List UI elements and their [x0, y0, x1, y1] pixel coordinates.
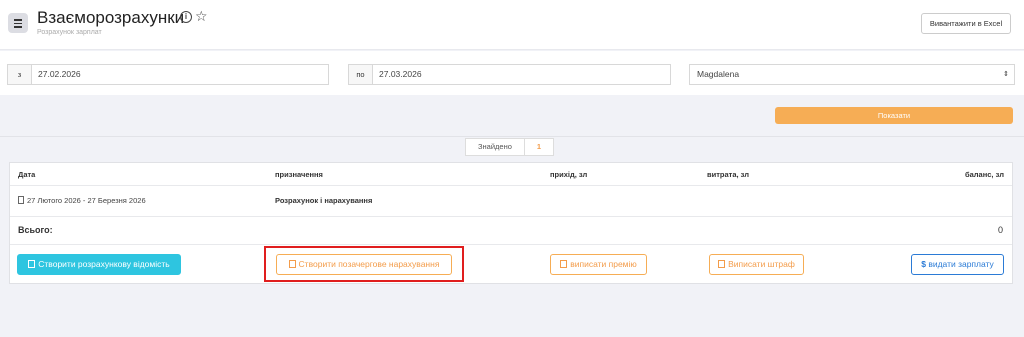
- create-statement-button[interactable]: Створити розрахункову відомість: [17, 254, 181, 275]
- date-to-field[interactable]: по 27.03.2026: [348, 64, 671, 85]
- column-header-income: прихід, зл: [550, 170, 588, 179]
- column-header-date: Дата: [18, 170, 36, 179]
- filters-bar: з 27.02.2026 по 27.03.2026 Magdalena ⇕: [0, 51, 1024, 95]
- document-icon: [18, 196, 24, 204]
- issue-fine-button[interactable]: Виписати штраф: [709, 254, 804, 275]
- menu-toggle-button[interactable]: [8, 13, 28, 33]
- star-icon[interactable]: ☆: [195, 8, 208, 24]
- page-title: Взаєморозрахунки: [37, 8, 185, 27]
- info-icon[interactable]: i: [180, 11, 192, 23]
- row-purpose: Розрахунок і нарахування: [275, 196, 373, 205]
- column-header-expense: витрата, зл: [707, 170, 750, 179]
- total-value: 0: [997, 225, 1003, 235]
- divider: [0, 136, 1024, 137]
- pay-salary-button[interactable]: $ видати зарплату: [911, 254, 1004, 275]
- issue-fine-label: Виписати штраф: [728, 259, 795, 269]
- document-icon: [28, 260, 36, 268]
- found-label: Знайдено: [466, 139, 525, 155]
- date-from-field[interactable]: з 27.02.2026: [7, 64, 329, 85]
- found-count: 1: [536, 142, 541, 151]
- page-subtitle: Розрахунок зарплат: [37, 29, 102, 36]
- row-divider: [10, 244, 1012, 245]
- issue-bonus-button[interactable]: виписати премію: [550, 254, 647, 275]
- pay-salary-label: видати зарплату: [928, 259, 994, 269]
- settlements-table: Дата призначення прихід, зл витрата, зл …: [9, 162, 1013, 284]
- row-date: 27 Лютого 2026 - 27 Березня 2026: [27, 196, 146, 205]
- employee-select-value: Magdalena: [697, 69, 740, 79]
- date-from-label: з: [8, 65, 32, 84]
- column-header-balance: баланс, зл: [964, 170, 1004, 179]
- found-counter: Знайдено 1: [465, 138, 554, 156]
- column-header-purpose: призначення: [275, 170, 323, 179]
- page-header: Взаєморозрахунки i ☆ Розрахунок зарплат …: [0, 0, 1024, 50]
- issue-bonus-label: виписати премію: [570, 259, 637, 269]
- highlight-box: [264, 246, 464, 282]
- row-date-cell: 27 Лютого 2026 - 27 Березня 2026: [18, 196, 146, 205]
- total-label: Всього:: [18, 225, 53, 235]
- create-statement-label: Створити розрахункову відомість: [38, 259, 170, 269]
- employee-select[interactable]: Magdalena ⇕: [689, 64, 1015, 85]
- date-from-input[interactable]: 27.02.2026: [32, 65, 81, 84]
- show-button[interactable]: Показати: [775, 107, 1013, 124]
- row-divider: [10, 216, 1012, 217]
- row-divider: [10, 185, 1012, 186]
- note-icon: [560, 260, 568, 268]
- select-arrows-icon: ⇕: [1003, 71, 1009, 78]
- date-to-label: по: [349, 65, 373, 84]
- note-icon: [718, 260, 726, 268]
- date-to-input[interactable]: 27.03.2026: [373, 65, 422, 84]
- export-excel-button[interactable]: Вивантажити в Excel: [921, 13, 1011, 34]
